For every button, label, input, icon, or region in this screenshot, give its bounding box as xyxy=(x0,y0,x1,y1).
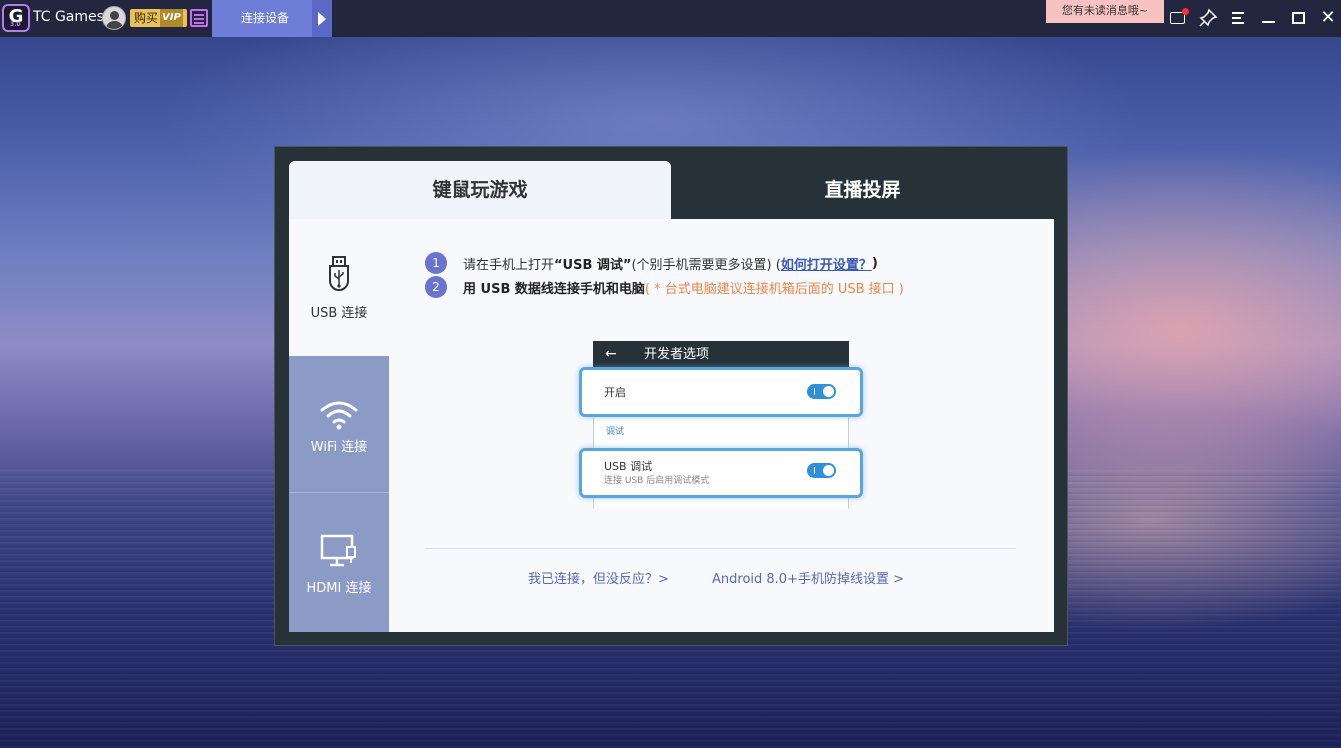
logo-sub: 3.0 xyxy=(10,21,21,28)
divider xyxy=(425,548,1016,549)
user-avatar[interactable] xyxy=(102,6,126,30)
enable-row-highlight: 开启 xyxy=(579,367,863,417)
step1-bold: “USB 调试” xyxy=(554,257,632,273)
menu-icon[interactable] xyxy=(1228,8,1248,28)
usb-icon xyxy=(329,256,349,291)
developer-options-illustration: ← 开发者选项 调试 开启 USB 调试 连接 USB 后启用调试模式 xyxy=(579,339,869,509)
calendar-icon[interactable] xyxy=(190,9,208,27)
minimize-icon[interactable] xyxy=(1258,8,1278,28)
connection-panel: USB 连接 WiFi 连接 HDMI 连接 1 请在手机上打开 “USB 调试… xyxy=(289,219,1054,632)
connect-device-tab[interactable]: 连接设备 xyxy=(212,0,332,37)
tab-live-casting[interactable]: 直播投屏 xyxy=(671,161,1054,219)
chat-icon[interactable] xyxy=(1168,8,1189,28)
step2-bold: 用 USB 数据线连接手机和电脑 xyxy=(463,281,645,297)
notification-dot xyxy=(1182,8,1189,15)
enable-toggle xyxy=(807,384,836,399)
monitor-icon xyxy=(320,534,356,567)
back-arrow-icon: ← xyxy=(605,346,617,362)
step-1: 1 请在手机上打开 “USB 调试” (个别手机需要更多设置) ( 如何打开设置… xyxy=(425,252,878,274)
sidebar-item-wifi[interactable]: WiFi 连接 xyxy=(289,356,389,493)
close-icon[interactable]: ✕ xyxy=(1318,8,1338,28)
connection-type-sidebar: USB 连接 WiFi 连接 HDMI 连接 xyxy=(289,219,389,632)
step1-note: (个别手机需要更多设置) ( xyxy=(631,257,781,273)
app-logo-icon: G 3.0 xyxy=(2,4,30,32)
usb-debug-row-title: USB 调试 xyxy=(604,460,653,473)
step-2: 2 用 USB 数据线连接手机和电脑 ( * 台式电脑建议连接机箱后面的 USB… xyxy=(425,276,904,298)
sidebar-label-usb: USB 连接 xyxy=(310,306,368,321)
usb-instructions: 1 请在手机上打开 “USB 调试” (个别手机需要更多设置) ( 如何打开设置… xyxy=(389,219,1054,632)
pin-icon[interactable] xyxy=(1198,8,1218,28)
android8-anti-disconnect-link[interactable]: Android 8.0+手机防掉线设置 > xyxy=(712,568,904,587)
buy-vip-button[interactable]: 购买 VIP xyxy=(130,9,187,27)
phone-header: ← 开发者选项 xyxy=(593,341,849,368)
how-to-open-settings-link[interactable]: 如何打开设置？ xyxy=(781,254,872,273)
usb-debug-row-highlight: USB 调试 连接 USB 后启用调试模式 xyxy=(579,448,863,498)
wifi-icon xyxy=(320,401,358,430)
step1-prefix: 请在手机上打开 xyxy=(463,257,555,273)
buy-label: 购买 xyxy=(134,11,159,25)
usb-debug-toggle xyxy=(807,463,836,478)
app-title: TC Games xyxy=(33,9,104,25)
step-number: 1 xyxy=(425,252,447,274)
mode-tabs: 键鼠玩游戏 直播投屏 xyxy=(289,161,1054,219)
sidebar-label-hdmi: HDMI 连接 xyxy=(306,581,372,596)
phone-header-title: 开发者选项 xyxy=(644,347,710,362)
expand-arrow-icon[interactable] xyxy=(312,0,332,37)
title-bar: G 3.0 TC Games 购买 VIP 连接设备 您有未读消息哦~ ✕ xyxy=(0,0,1341,37)
vip-badge: VIP xyxy=(160,9,183,27)
usb-debug-row-subtitle: 连接 USB 后启用调试模式 xyxy=(604,476,710,486)
sidebar-item-usb[interactable]: USB 连接 xyxy=(289,219,389,356)
enable-row-title: 开启 xyxy=(604,386,626,399)
maximize-icon[interactable] xyxy=(1288,8,1308,28)
connected-no-response-link[interactable]: 我已连接，但没反应？> xyxy=(528,568,669,587)
sidebar-item-hdmi[interactable]: HDMI 连接 xyxy=(289,493,389,632)
step2-note: ( * 台式电脑建议连接机箱后面的 USB 接口 ) xyxy=(644,281,904,297)
debug-section-label: 调试 xyxy=(606,427,625,437)
sidebar-label-wifi: WiFi 连接 xyxy=(310,440,368,455)
tab-keyboard-mouse-gaming[interactable]: 键鼠玩游戏 xyxy=(289,161,671,219)
step-number: 2 xyxy=(425,276,447,298)
connect-device-label: 连接设备 xyxy=(241,11,290,25)
connection-dialog: 键鼠玩游戏 直播投屏 USB 连接 WiFi 连接 HDMI 连接 1 请在手机… xyxy=(274,146,1068,646)
step1-suffix: ) xyxy=(871,255,878,271)
unread-message-toast[interactable]: 您有未读消息哦~ xyxy=(1046,0,1164,23)
